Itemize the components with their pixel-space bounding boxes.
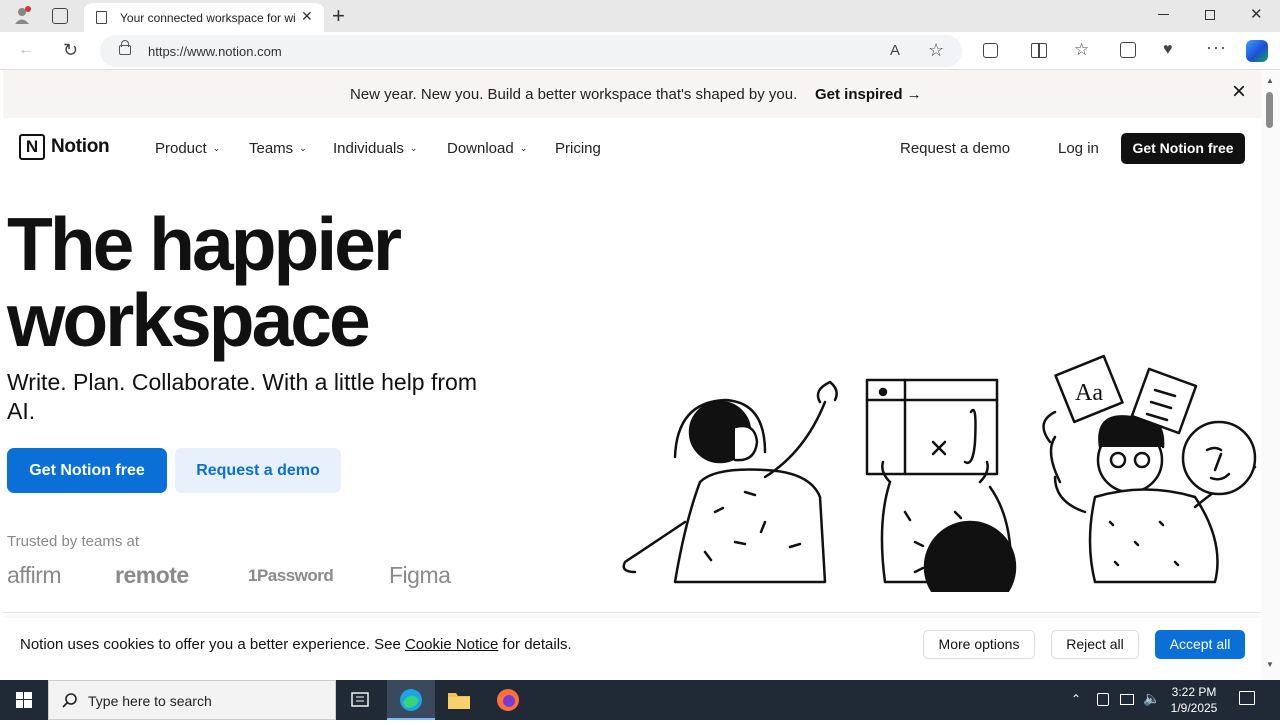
- task-view-icon[interactable]: [336, 680, 384, 720]
- system-clock[interactable]: 3:22 PM 1/9/2025: [1166, 684, 1222, 716]
- volume-icon[interactable]: 🔈: [1143, 690, 1160, 707]
- hero-title-line: workspace: [7, 278, 371, 362]
- promo-banner: New year. New you. Build a better worksp…: [3, 70, 1261, 118]
- scrollbar-thumb[interactable]: [1266, 92, 1273, 128]
- chevron-down-icon: ⌄: [212, 143, 221, 153]
- tab-title: Your connected workspace for wiki, docs …: [120, 11, 296, 25]
- request-demo-button[interactable]: Request a demo: [175, 448, 341, 493]
- address-bar[interactable]: https://www.notion.com A ☆: [100, 35, 962, 67]
- clock-date: 1/9/2025: [1170, 701, 1218, 715]
- hero-title-line: The happier: [7, 202, 402, 286]
- webpage: New year. New you. Build a better worksp…: [3, 70, 1261, 680]
- close-banner-icon[interactable]: ×: [1227, 80, 1251, 104]
- firefox-taskbar-icon[interactable]: [484, 680, 532, 720]
- windows-logo-icon: [16, 692, 32, 708]
- cookie-banner-text: Notion uses cookies to offer you a bette…: [20, 636, 572, 653]
- notion-logo-icon[interactable]: N: [19, 134, 45, 160]
- notion-logo-text[interactable]: Notion: [51, 136, 110, 158]
- promo-banner-text: New year. New you. Build a better worksp…: [350, 86, 798, 103]
- browser-tab-bar: Your connected workspace for wiki, docs …: [0, 0, 1280, 32]
- settings-more-icon[interactable]: ···: [1206, 37, 1227, 58]
- hero-title: The happier workspace: [7, 206, 527, 358]
- remote-logo: remote: [115, 562, 189, 588]
- cookie-banner: Notion uses cookies to offer you a bette…: [3, 618, 1261, 680]
- get-notion-free-button[interactable]: Get Notion free: [7, 448, 167, 493]
- page-scrollbar[interactable]: ▲ ▼: [1261, 70, 1280, 680]
- windows-taskbar: Type here to search ⌃ 🔈 3:22 PM 1/9/2025: [0, 680, 1280, 720]
- close-tab-icon[interactable]: ✕: [301, 8, 313, 25]
- top-navigation: N Notion Product ⌄ Teams ⌄ Individuals ⌄ Do…: [3, 118, 1261, 182]
- extensions-icon[interactable]: [983, 43, 998, 58]
- nav-item-label: Download: [447, 140, 514, 157]
- taskbar-search-box[interactable]: Type here to search: [48, 680, 336, 720]
- browser-tab[interactable]: Your connected workspace for wiki, docs …: [84, 3, 324, 32]
- nav-login-link[interactable]: Log in: [1058, 140, 1099, 157]
- minimize-icon[interactable]: [1158, 14, 1169, 15]
- nav-item-label: Product: [155, 140, 207, 157]
- hero-subtitle: Write. Plan. Collaborate. With a little …: [7, 369, 477, 424]
- network-icon[interactable]: [1120, 694, 1134, 705]
- nav-get-notion-free-button[interactable]: Get Notion free: [1121, 133, 1245, 164]
- nav-item-teams[interactable]: Teams ⌄: [249, 140, 307, 157]
- url-text[interactable]: https://www.notion.com: [148, 44, 282, 59]
- get-inspired-link[interactable]: Get inspired →: [815, 86, 922, 103]
- nav-item-label: Individuals: [333, 140, 404, 157]
- split-screen-divider: [1038, 44, 1040, 57]
- figma-logo: Figma: [389, 562, 451, 588]
- taskbar-search-placeholder: Type here to search: [88, 693, 212, 709]
- notifications-icon[interactable]: [1239, 691, 1255, 705]
- show-hidden-icons-chevron-up-icon[interactable]: ⌃: [1071, 692, 1081, 706]
- file-explorer-taskbar-icon[interactable]: [435, 680, 483, 720]
- cookie-text-after: for details.: [498, 636, 572, 653]
- page-favicon-icon: [96, 11, 107, 24]
- svg-text:Aa: Aa: [1075, 380, 1103, 406]
- nav-item-product[interactable]: Product ⌄: [155, 140, 220, 157]
- cookie-notice-link[interactable]: Cookie Notice: [405, 636, 498, 653]
- favorite-star-icon[interactable]: ☆: [928, 40, 944, 61]
- scroll-up-arrow-icon[interactable]: ▲: [1266, 76, 1274, 85]
- edge-taskbar-icon[interactable]: [387, 680, 435, 720]
- copilot-icon[interactable]: [1246, 40, 1268, 62]
- meet-now-icon[interactable]: [1097, 693, 1109, 706]
- close-window-icon[interactable]: ✕: [1250, 5, 1263, 23]
- back-icon[interactable]: ←: [18, 42, 34, 58]
- read-aloud-icon[interactable]: A: [890, 42, 900, 59]
- chevron-down-icon: ⌄: [519, 143, 528, 153]
- restore-icon[interactable]: [1205, 10, 1215, 20]
- profile-avatar-icon[interactable]: [12, 5, 32, 25]
- start-button[interactable]: [0, 680, 48, 720]
- cookie-text-before: Notion uses cookies to offer you a bette…: [20, 636, 405, 653]
- scroll-down-arrow-icon[interactable]: ▼: [1266, 660, 1274, 669]
- search-icon: [62, 693, 77, 708]
- affirm-logo: affirm: [7, 562, 62, 588]
- section-divider: [3, 612, 1261, 613]
- chevron-down-icon: ⌄: [409, 143, 418, 153]
- browser-essentials-icon[interactable]: ♥: [1163, 41, 1173, 59]
- chevron-down-icon: ⌄: [299, 143, 307, 153]
- lock-shackle-icon: [121, 40, 129, 47]
- reject-all-button[interactable]: Reject all: [1051, 630, 1139, 659]
- favorites-icon[interactable]: ☆: [1074, 40, 1089, 60]
- tab-actions-icon[interactable]: [52, 8, 68, 24]
- refresh-icon[interactable]: ↻: [63, 41, 78, 59]
- nav-item-label: Teams: [249, 140, 294, 157]
- nav-item-pricing[interactable]: Pricing: [555, 140, 601, 157]
- nav-request-demo-link[interactable]: Request a demo: [900, 140, 1010, 157]
- hero-illustration: Aa: [622, 354, 1257, 592]
- accept-all-button[interactable]: Accept all: [1155, 630, 1245, 659]
- nav-item-label: Pricing: [555, 140, 601, 157]
- 1password-logo: 1Password: [248, 566, 334, 585]
- nav-item-download[interactable]: Download ⌄: [447, 140, 527, 157]
- collections-icon[interactable]: [1120, 42, 1136, 58]
- browser-toolbar: ← ↻ https://www.notion.com A ☆ ☆ ♥ ···: [0, 32, 1280, 70]
- clock-time: 3:22 PM: [1171, 685, 1217, 699]
- new-tab-icon[interactable]: +: [332, 3, 345, 29]
- nav-item-individuals[interactable]: Individuals ⌄: [333, 140, 417, 157]
- trusted-by-label: Trusted by teams at: [7, 533, 139, 550]
- more-options-button[interactable]: More options: [923, 630, 1035, 659]
